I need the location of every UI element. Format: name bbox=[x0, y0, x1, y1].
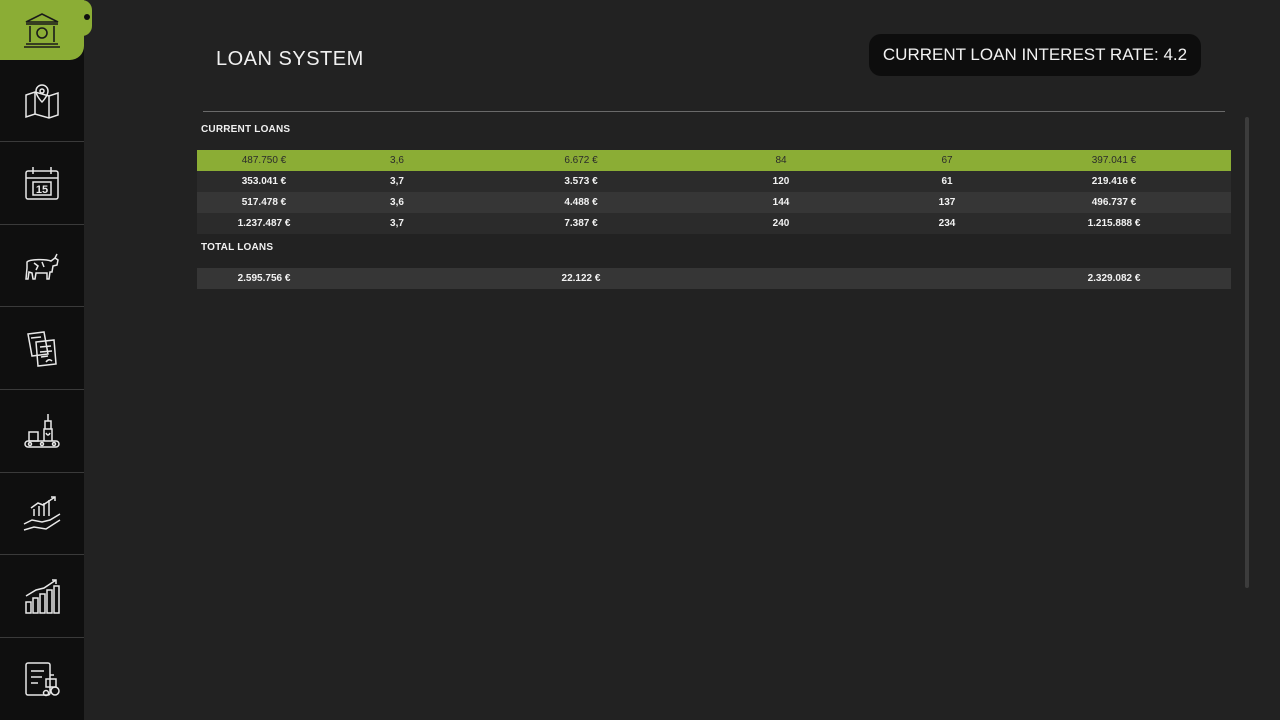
sidebar-item-statistics[interactable] bbox=[0, 555, 84, 638]
loan-amount-cell: 1.237.487 € bbox=[237, 218, 291, 229]
sidebar-item-finances[interactable] bbox=[0, 473, 84, 555]
installment-cell: 7.387 € bbox=[564, 218, 598, 229]
duration-cell: 240 bbox=[772, 218, 790, 229]
installment-cell: 3.573 € bbox=[564, 176, 598, 187]
interest-rate-cell: 3,6 bbox=[390, 197, 404, 208]
growth-hand-icon bbox=[22, 494, 62, 534]
table-row[interactable]: 1.237.487 € 3,7 7.387 € 240 234 1.215.88… bbox=[197, 213, 1231, 234]
contracts-icon bbox=[22, 328, 62, 368]
loan-system-screen: 15 LOAN SYSTEM CURRENT LOAN INTEREST RAT… bbox=[0, 0, 1280, 720]
current-loans-label: CURRENT LOANS bbox=[201, 124, 291, 135]
bank-icon bbox=[22, 10, 62, 50]
interest-rate-badge: CURRENT LOAN INTEREST RATE: 4.2 bbox=[869, 34, 1201, 76]
total-loans-table: 2.595.756 € 22.122 € 2.329.082 € bbox=[197, 268, 1231, 289]
production-icon bbox=[22, 411, 62, 451]
table-row[interactable]: 353.041 € 3,7 3.573 € 120 61 219.416 € bbox=[197, 171, 1231, 192]
sidebar-item-map[interactable] bbox=[0, 60, 84, 142]
total-amount-cell: 2.595.756 € bbox=[237, 273, 291, 284]
remaining-cell: 67 bbox=[941, 155, 953, 166]
map-icon bbox=[22, 81, 62, 121]
sidebar: 15 bbox=[0, 0, 92, 720]
balance-cell: 496.737 € bbox=[1091, 197, 1137, 208]
balance-cell: 1.215.888 € bbox=[1087, 218, 1141, 229]
remaining-cell: 137 bbox=[938, 197, 956, 208]
sidebar-item-contracts[interactable] bbox=[0, 307, 84, 390]
installment-cell: 4.488 € bbox=[564, 197, 598, 208]
total-installment-cell: 22.122 € bbox=[561, 273, 601, 284]
cow-icon bbox=[22, 246, 62, 286]
duration-cell: 120 bbox=[772, 176, 790, 187]
interest-rate-cell: 3,6 bbox=[390, 155, 404, 166]
interest-rate-cell: 3,7 bbox=[390, 218, 404, 229]
remaining-cell: 234 bbox=[938, 218, 956, 229]
vehicle-report-icon bbox=[22, 659, 62, 699]
scrollbar[interactable] bbox=[1245, 117, 1249, 588]
sidebar-item-bank[interactable] bbox=[0, 0, 92, 60]
sidebar-item-animals[interactable] bbox=[0, 225, 84, 307]
loan-amount-cell: 353.041 € bbox=[241, 176, 287, 187]
interest-rate-cell: 3,7 bbox=[390, 176, 404, 187]
current-loans-table: 487.750 € 3,6 6.672 € 84 67 397.041 € 35… bbox=[197, 150, 1231, 234]
sidebar-item-calendar[interactable]: 15 bbox=[0, 142, 84, 225]
duration-cell: 84 bbox=[775, 155, 787, 166]
active-tab-indicator bbox=[84, 14, 90, 20]
table-row[interactable]: 517.478 € 3,6 4.488 € 144 137 496.737 € bbox=[197, 192, 1231, 213]
sidebar-item-production[interactable] bbox=[0, 390, 84, 473]
balance-cell: 397.041 € bbox=[1091, 155, 1137, 166]
calendar-icon: 15 bbox=[22, 163, 62, 203]
header-divider bbox=[203, 111, 1225, 112]
installment-cell: 6.672 € bbox=[564, 155, 598, 166]
duration-cell: 144 bbox=[772, 197, 790, 208]
loan-amount-cell: 517.478 € bbox=[241, 197, 287, 208]
total-balance-cell: 2.329.082 € bbox=[1087, 273, 1141, 284]
remaining-cell: 61 bbox=[941, 176, 953, 187]
table-row[interactable]: 487.750 € 3,6 6.672 € 84 67 397.041 € bbox=[197, 150, 1231, 171]
page-title: LOAN SYSTEM bbox=[216, 48, 364, 70]
loan-amount-cell: 487.750 € bbox=[241, 155, 287, 166]
totals-row: 2.595.756 € 22.122 € 2.329.082 € bbox=[197, 268, 1231, 289]
calendar-day: 15 bbox=[36, 184, 48, 196]
balance-cell: 219.416 € bbox=[1091, 176, 1137, 187]
statistics-icon bbox=[22, 576, 62, 616]
total-loans-label: TOTAL LOANS bbox=[201, 242, 274, 253]
sidebar-item-vehicle-report[interactable] bbox=[0, 638, 84, 720]
